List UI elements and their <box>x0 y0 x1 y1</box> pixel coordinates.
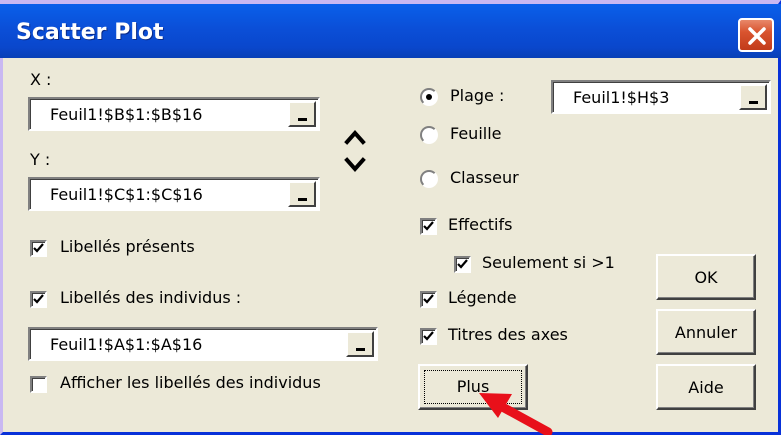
plage-range-value: Feuil1!$H$3 <box>573 88 670 107</box>
x-label: X : <box>30 70 52 89</box>
individus-range-picker-button[interactable] <box>346 331 374 357</box>
y-label: Y : <box>30 150 51 169</box>
swap-xy-button[interactable] <box>344 122 366 182</box>
plus-button[interactable]: Plus <box>418 364 528 410</box>
radio-plage[interactable] <box>420 88 438 106</box>
radio-classeur[interactable] <box>420 170 438 188</box>
radio-plage-label: Plage : <box>450 86 505 105</box>
checkmark-icon <box>33 294 44 304</box>
titres-axes-label: Titres des axes <box>448 325 568 344</box>
effectifs-checkbox[interactable] <box>420 218 437 235</box>
titres-axes-checkbox[interactable] <box>420 328 437 345</box>
plage-range-field[interactable]: Feuil1!$H$3 <box>551 80 771 114</box>
plus-button-label: Plus <box>456 377 490 396</box>
checkmark-icon <box>33 243 44 253</box>
seulement-checkbox[interactable] <box>454 256 471 273</box>
checkmark-icon <box>423 331 434 341</box>
aide-button-label: Aide <box>688 378 724 397</box>
y-range-picker-button[interactable] <box>288 181 316 207</box>
effectifs-label: Effectifs <box>448 215 513 234</box>
x-range-value: Feuil1!$B$1:$B$16 <box>50 105 203 124</box>
x-range-picker-button[interactable] <box>288 101 316 127</box>
y-range-field[interactable]: Feuil1!$C$1:$C$16 <box>28 177 320 211</box>
seulement-label: Seulement si >1 <box>482 253 615 272</box>
libelles-individus-label: Libellés des individus : <box>60 288 242 307</box>
individus-range-field[interactable]: Feuil1!$A$1:$A$16 <box>28 327 378 361</box>
y-range-value: Feuil1!$C$1:$C$16 <box>50 185 203 204</box>
window-title: Scatter Plot <box>16 20 164 45</box>
close-button[interactable] <box>738 18 774 52</box>
radio-feuille[interactable] <box>420 126 438 144</box>
close-icon <box>748 27 766 45</box>
up-down-swap-icon <box>344 129 366 173</box>
radio-feuille-label: Feuille <box>450 124 502 143</box>
afficher-libelles-checkbox[interactable] <box>30 376 47 393</box>
ok-button[interactable]: OK <box>656 254 756 300</box>
checkmark-icon <box>457 259 468 269</box>
aide-button[interactable]: Aide <box>656 364 756 410</box>
title-bar[interactable]: Scatter Plot <box>0 4 781 58</box>
legende-checkbox[interactable] <box>420 291 437 308</box>
plage-range-picker-button[interactable] <box>739 84 767 110</box>
libelles-presents-checkbox[interactable] <box>30 240 47 257</box>
annuler-button[interactable]: Annuler <box>656 309 756 355</box>
libelles-individus-checkbox[interactable] <box>30 291 47 308</box>
legende-label: Légende <box>448 288 517 307</box>
radio-classeur-label: Classeur <box>450 168 519 187</box>
individus-range-value: Feuil1!$A$1:$A$16 <box>50 335 203 354</box>
checkmark-icon <box>423 221 434 231</box>
checkmark-icon <box>423 294 434 304</box>
ok-button-label: OK <box>694 268 718 287</box>
x-range-field[interactable]: Feuil1!$B$1:$B$16 <box>28 97 320 131</box>
libelles-presents-label: Libellés présents <box>60 237 195 256</box>
afficher-libelles-label: Afficher les libellés des individus <box>60 373 321 392</box>
annuler-button-label: Annuler <box>674 323 738 342</box>
